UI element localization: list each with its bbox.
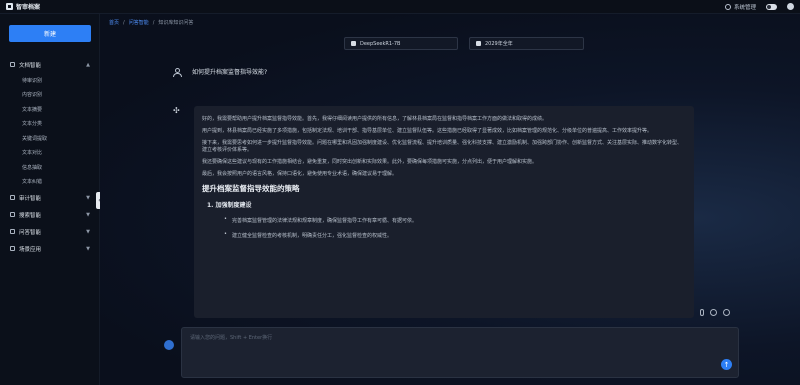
chevron-down-icon: ▼ bbox=[86, 228, 90, 235]
top-right-tools: 系统管理 bbox=[724, 3, 794, 11]
system-settings-link[interactable]: 系统管理 bbox=[724, 3, 756, 11]
answer-bullet: 完善档案监督管理的法律法规和规章制度，确保监督指导工作有章可循、有据可依。 bbox=[224, 216, 686, 224]
answer-paragraph: 用户提到，林县档案局已经实施了多项措施，包括制定法规、培训干部、指导基层单位、建… bbox=[202, 128, 653, 134]
menu-group-label: 问答智能 bbox=[19, 229, 42, 236]
logo-icon bbox=[6, 3, 13, 10]
sidebar-item[interactable]: 内容识别 bbox=[0, 88, 100, 103]
answer-paragraph: 接下来，我需要思考如何进一步提升监督指导效能。问题在哪里和巩固加强制度建设、优化… bbox=[202, 140, 683, 153]
chat-icon bbox=[10, 229, 15, 234]
brand[interactable]: 智审档案 bbox=[6, 2, 40, 11]
grid-icon bbox=[10, 246, 15, 251]
send-button[interactable]: ↑ bbox=[721, 359, 732, 370]
answer-bullets: 完善档案监督管理的法律法规和规章制度，确保监督指导工作有章可循、有据可依。 建立… bbox=[224, 216, 686, 239]
breadcrumb-qa[interactable]: 问答智能 bbox=[129, 19, 149, 26]
breadcrumb: 首页 / 问答智能 / 知识库知识问答 bbox=[109, 19, 194, 27]
menu-group-audit-intelligence[interactable]: 审计智能 ▼ bbox=[0, 189, 100, 206]
sidebar-item[interactable]: 文本摘要 bbox=[0, 102, 100, 117]
breadcrumb-separator: / bbox=[123, 19, 125, 26]
sidebar-item[interactable]: 文本对比 bbox=[0, 146, 100, 161]
menu-group-label: 文档智能 bbox=[19, 62, 42, 69]
chat-input-box: ↑ bbox=[181, 327, 739, 378]
menu-group-label: 场景应用 bbox=[19, 246, 42, 253]
model-select[interactable]: DeepSeekR1-7B bbox=[344, 37, 458, 50]
chat-input[interactable] bbox=[182, 328, 738, 377]
answer-actions bbox=[700, 309, 730, 316]
assistant-avatar bbox=[164, 340, 174, 350]
answer-heading: 提升档案监督指导效能的策略 bbox=[202, 184, 300, 193]
document-icon bbox=[10, 62, 15, 67]
sidebar-item[interactable]: 文本分类 bbox=[0, 117, 100, 132]
answer-bullet: 建立健全监督检查的考核机制，明确责任分工，强化监督检查的权威性。 bbox=[224, 231, 686, 239]
user-message: 如何提升档案监督指导效能? bbox=[173, 67, 268, 77]
answer-paragraph: 好的，我需要帮助用户提升档案监督指导效能。首先，我得仔细阅读用户提供的所有信息，… bbox=[202, 116, 548, 122]
new-chat-button[interactable]: 新建 bbox=[9, 25, 91, 42]
main-panel: 首页 / 问答智能 / 知识库知识问答 DeepSeekR1-7B 2029年全… bbox=[100, 14, 800, 385]
breadcrumb-home[interactable]: 首页 bbox=[109, 19, 119, 26]
menu-group-search-intelligence[interactable]: 搜索智能 ▼ bbox=[0, 206, 100, 223]
theme-toggle[interactable] bbox=[766, 3, 777, 10]
menu-group-label: 审计智能 bbox=[19, 195, 42, 202]
model-select-value: DeepSeekR1-7B bbox=[360, 40, 401, 47]
microphone-icon[interactable] bbox=[700, 309, 704, 316]
arrow-up-icon: ↑ bbox=[723, 360, 730, 369]
sidebar-menu: 文档智能 ▲ 待审识别 内容识别 文本摘要 文本分类 关键词提取 文本对比 信息… bbox=[0, 56, 100, 257]
chevron-down-icon: ▼ bbox=[86, 245, 90, 252]
chevron-up-icon: ▲ bbox=[86, 61, 90, 68]
knowledge-base-select[interactable]: 2029年全年 bbox=[469, 37, 584, 50]
knowledge-base-value: 2029年全年 bbox=[485, 41, 513, 47]
sidebar-item[interactable]: 信息抽取 bbox=[0, 160, 100, 175]
book-icon bbox=[476, 41, 481, 46]
answer-paragraph: 我还要确保这些建议与现有的工作措施相结合，避免重复，同时突出创新和实际效果。此外… bbox=[202, 159, 538, 165]
user-icon bbox=[173, 67, 182, 77]
assistant-answer: 好的，我需要帮助用户提升档案监督指导效能。首先，我得仔细阅读用户提供的所有信息，… bbox=[194, 106, 694, 318]
sidebar: 新建 文档智能 ▲ 待审识别 内容识别 文本摘要 文本分类 关键词提取 文本对比… bbox=[0, 14, 100, 385]
model-icon bbox=[351, 41, 356, 46]
breadcrumb-current: 知识库知识问答 bbox=[158, 20, 194, 26]
document-submenu: 待审识别 内容识别 文本摘要 文本分类 关键词提取 文本对比 信息抽取 文本纠错 bbox=[0, 73, 100, 189]
chevron-down-icon: ▼ bbox=[86, 194, 90, 201]
answer-paragraph: 最后，我会按照用户的语言风格，保持口语化，避免使用专业术语，确保建议易于理解。 bbox=[202, 171, 398, 177]
sidebar-item[interactable]: 关键词提取 bbox=[0, 131, 100, 146]
gear-icon bbox=[724, 3, 731, 10]
sidebar-item[interactable]: 文本纠错 bbox=[0, 175, 100, 190]
chevron-down-icon: ▼ bbox=[86, 211, 90, 218]
search-icon bbox=[10, 212, 15, 217]
assistant-icon: ✣ bbox=[173, 106, 180, 115]
model-selector-bar: DeepSeekR1-7B 2029年全年 bbox=[344, 37, 584, 50]
user-question: 如何提升档案监督指导效能? bbox=[192, 69, 268, 76]
refresh-icon[interactable] bbox=[723, 309, 730, 316]
breadcrumb-separator: / bbox=[152, 19, 155, 26]
audit-icon bbox=[10, 195, 15, 200]
menu-group-scenario-apps[interactable]: 场景应用 ▼ bbox=[0, 240, 100, 257]
menu-group-qa-intelligence[interactable]: 问答智能 ▼ bbox=[0, 223, 100, 240]
brand-name: 智审档案 bbox=[16, 4, 41, 11]
answer-subheading: 1. 加强制度建设 bbox=[207, 202, 252, 209]
sidebar-item[interactable]: 待审识别 bbox=[0, 73, 100, 88]
menu-group-label: 搜索智能 bbox=[19, 212, 42, 219]
top-bar: 智审档案 系统管理 bbox=[0, 0, 800, 14]
system-settings-label: 系统管理 bbox=[733, 4, 756, 11]
menu-group-document-intelligence[interactable]: 文档智能 ▲ bbox=[0, 56, 100, 73]
user-avatar[interactable] bbox=[787, 3, 794, 10]
copy-icon[interactable] bbox=[710, 309, 717, 316]
